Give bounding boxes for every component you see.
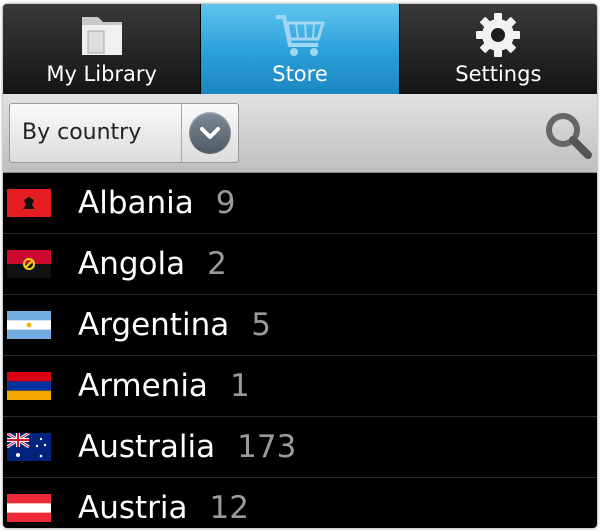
tab-bar: My Library Store Settings xyxy=(3,4,597,94)
item-count: 12 xyxy=(209,490,249,526)
item-count: 9 xyxy=(215,185,236,221)
country-name: Armenia xyxy=(78,368,208,404)
country-list: Albania 9 Angola 2 Argentina 5 Armenia 1… xyxy=(3,173,597,528)
country-name: Angola xyxy=(78,246,186,282)
search-icon xyxy=(546,113,592,159)
tab-label: Settings xyxy=(455,62,542,86)
sort-dropdown-value: By country xyxy=(22,120,142,145)
chevron-down-icon xyxy=(189,112,231,154)
list-item[interactable]: Angola 2 xyxy=(3,234,597,295)
item-count: 173 xyxy=(237,429,297,465)
search-button[interactable] xyxy=(543,110,593,160)
austria-flag xyxy=(7,494,51,522)
list-item[interactable]: Argentina 5 xyxy=(3,295,597,356)
item-count: 5 xyxy=(251,307,271,343)
item-count: 1 xyxy=(229,368,250,404)
app-window: My Library Store Settings By country Alb… xyxy=(3,4,597,528)
tab-store[interactable]: Store xyxy=(201,4,400,94)
albania-flag xyxy=(7,189,51,217)
dropdown-button[interactable] xyxy=(181,104,238,162)
country-name: Argentina xyxy=(78,307,230,343)
country-name: Albania xyxy=(78,185,194,221)
cart-icon xyxy=(274,10,326,60)
folder-icon xyxy=(76,10,128,60)
sort-dropdown[interactable]: By country xyxy=(9,103,239,163)
country-name: Australia xyxy=(78,429,216,465)
argentina-flag xyxy=(7,311,51,339)
list-item[interactable]: Austria 12 xyxy=(3,478,597,528)
australia-flag xyxy=(7,433,51,461)
list-item[interactable]: Armenia 1 xyxy=(3,356,597,417)
tab-settings[interactable]: Settings xyxy=(400,4,597,94)
list-item[interactable]: Australia 173 xyxy=(3,417,597,478)
filter-bar: By country xyxy=(3,94,597,173)
armenia-flag xyxy=(7,372,51,400)
tab-my-library[interactable]: My Library xyxy=(3,4,202,94)
country-name: Austria xyxy=(78,490,188,526)
item-count: 2 xyxy=(207,246,227,282)
list-item[interactable]: Albania 9 xyxy=(3,173,597,234)
tab-label: My Library xyxy=(46,62,157,86)
angola-flag xyxy=(7,250,51,278)
gear-icon xyxy=(472,10,524,60)
tab-label: Store xyxy=(272,62,328,86)
